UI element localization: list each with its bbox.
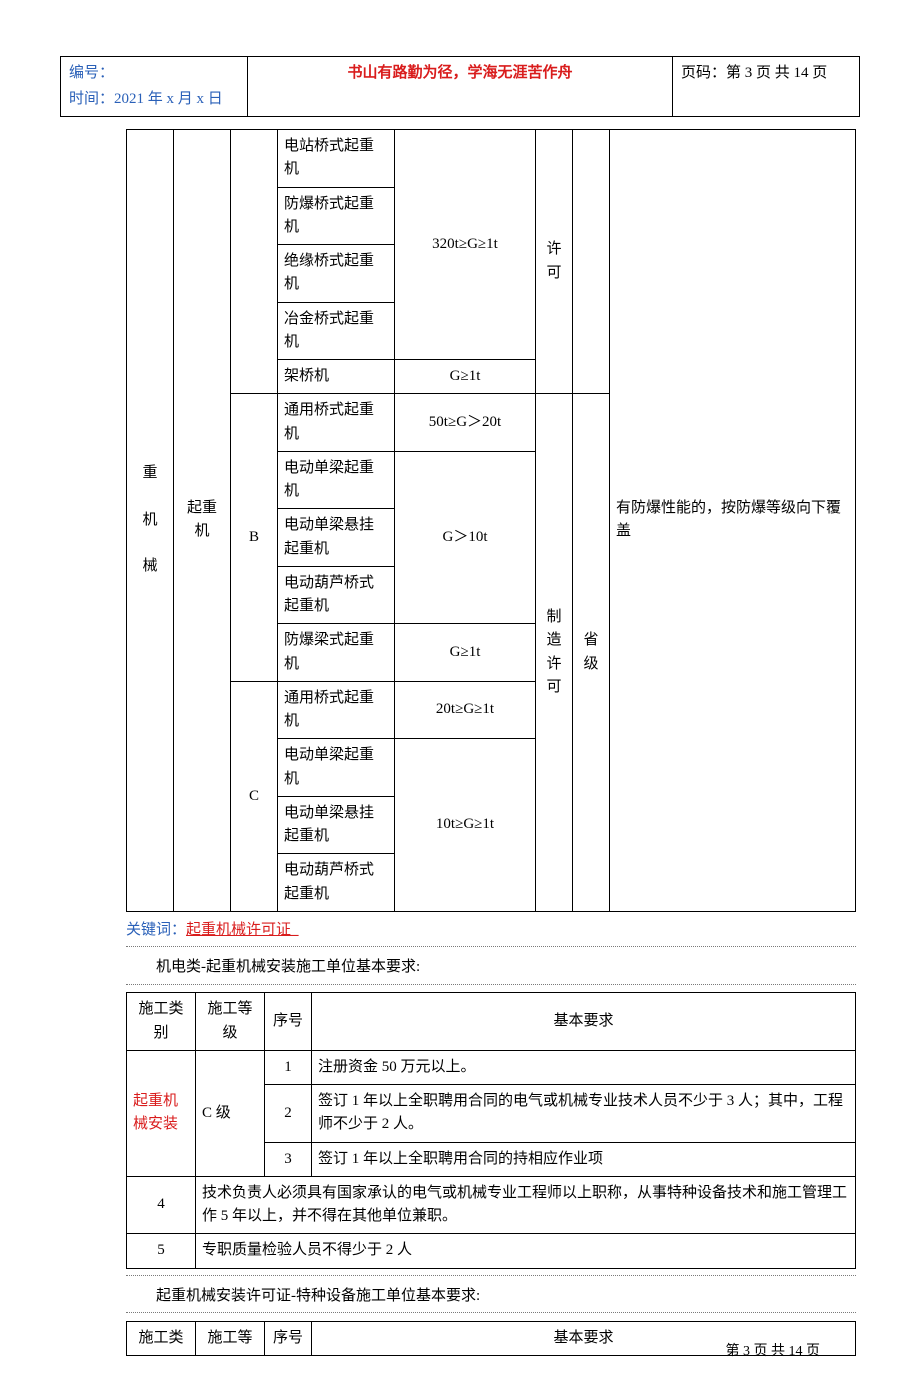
cat-char: 重 — [142, 465, 157, 481]
keywords-text: 起重机械许可证_ — [186, 922, 299, 938]
col-header: 基本要求 — [312, 993, 856, 1051]
permit-char: 造 — [546, 632, 561, 648]
col-header: 施工类 — [127, 1321, 196, 1355]
specification-table: 重 机 械 起重机 电站桥式起重机 320t≥G≥1t 许 可 有防爆性能的，按… — [126, 129, 856, 912]
cat-col: 重 机 械 — [127, 130, 174, 912]
col-header: 施工等 — [196, 1321, 265, 1355]
permit-char: 许 — [546, 656, 561, 672]
device-name: 通用桥式起重机 — [278, 681, 395, 739]
spec-value: 20t≥G≥1t — [395, 681, 536, 739]
page-footer: 第 3 页 共 14 页 — [726, 1340, 821, 1360]
spec-value: G≥1t — [395, 360, 536, 394]
serial-label: 编号： — [69, 65, 114, 81]
separator-line — [126, 946, 856, 947]
level-char: 级 — [583, 656, 598, 672]
requirements-table-1: 施工类别 施工等级 序号 基本要求 起重机械安装 C 级 1 注册资金 50 万… — [126, 992, 856, 1268]
seq-cell: 1 — [265, 1050, 312, 1084]
separator-line — [126, 1312, 856, 1313]
remarks-col: 有防爆性能的，按防爆等级向下覆盖 — [610, 130, 856, 912]
keywords-label: 关键词： — [126, 922, 186, 938]
seq-cell: 5 — [127, 1234, 196, 1268]
section-heading: 机电类-起重机械安装施工单位基本要求: — [156, 955, 860, 976]
table-row: 5 专职质量检验人员不得少于 2 人 — [127, 1234, 856, 1268]
req-text: 签订 1 年以上全职聘用合同的电气或机械专业技术人员不少于 3 人；其中，工程师… — [312, 1085, 856, 1143]
device-name: 电动单梁悬挂起重机 — [278, 796, 395, 854]
level-col-empty — [573, 130, 610, 394]
group-col-empty — [231, 130, 278, 394]
grade-cell: C 级 — [196, 1050, 265, 1176]
device-name: 电动葫芦桥式起重机 — [278, 566, 395, 624]
device-name: 电动单梁起重机 — [278, 739, 395, 797]
req-text: 签订 1 年以上全职聘用合同的持相应作业项 — [312, 1142, 856, 1176]
section-heading: 起重机械安装许可证-特种设备施工单位基本要求: — [156, 1284, 860, 1305]
device-name: 电动葫芦桥式起重机 — [278, 854, 395, 912]
spec-value: 320t≥G≥1t — [395, 130, 536, 360]
permit-char: 可 — [546, 679, 561, 695]
permit-col: 许 可 — [536, 130, 573, 394]
group-col: B — [231, 394, 278, 682]
device-name: 电动单梁悬挂起重机 — [278, 509, 395, 567]
seq-cell: 3 — [265, 1142, 312, 1176]
col-header: 施工类别 — [127, 993, 196, 1051]
separator-line — [126, 1275, 856, 1276]
device-name: 防爆桥式起重机 — [278, 187, 395, 245]
seq-cell: 4 — [127, 1176, 196, 1234]
cat-char: 械 — [142, 558, 157, 574]
spec-value: G＞10t — [395, 451, 536, 624]
category-cell: 起重机械安装 — [127, 1050, 196, 1176]
keywords-line: 关键词：起重机械许可证_ — [126, 918, 860, 939]
permit-char: 许 — [546, 241, 561, 257]
seq-cell: 2 — [265, 1085, 312, 1143]
col-header: 序号 — [265, 993, 312, 1051]
req-text: 专职质量检验人员不得少于 2 人 — [196, 1234, 856, 1268]
device-name: 冶金桥式起重机 — [278, 302, 395, 360]
group-col: C — [231, 681, 278, 911]
separator-line — [126, 984, 856, 985]
col-header: 序号 — [265, 1321, 312, 1355]
table-row: 起重机械安装 C 级 1 注册资金 50 万元以上。 — [127, 1050, 856, 1084]
level-char: 省 — [583, 632, 598, 648]
device-name: 电动单梁起重机 — [278, 451, 395, 509]
document-header: 编号： 时间：2021 年 x 月 x 日 书山有路勤为径，学海无涯苦作舟 页码… — [60, 56, 860, 117]
time-label: 时间：2021 年 x 月 x 日 — [69, 91, 223, 107]
spec-value: 50t≥G＞20t — [395, 394, 536, 452]
req-text: 注册资金 50 万元以上。 — [312, 1050, 856, 1084]
subcat-text: 起重机 — [187, 500, 217, 539]
spec-value: G≥1t — [395, 624, 536, 682]
mfg-permit-col: 制 造 许 可 — [536, 394, 573, 912]
permit-char: 制 — [546, 609, 561, 625]
permit-char: 可 — [546, 265, 561, 281]
device-name: 绝缘桥式起重机 — [278, 245, 395, 303]
level-col: 省 级 — [573, 394, 610, 912]
spec-value: 10t≥G≥1t — [395, 739, 536, 912]
header-motto: 书山有路勤为径，学海无涯苦作舟 — [248, 57, 673, 117]
device-name: 防爆梁式起重机 — [278, 624, 395, 682]
table-header-row: 施工类别 施工等级 序号 基本要求 — [127, 993, 856, 1051]
device-name: 电站桥式起重机 — [278, 130, 395, 188]
table-row: 4 技术负责人必须具有国家承认的电气或机械专业工程师以上职称，从事特种设备技术和… — [127, 1176, 856, 1234]
device-name: 通用桥式起重机 — [278, 394, 395, 452]
header-page: 页码：第 3 页 共 14 页 — [673, 57, 860, 117]
req-text: 技术负责人必须具有国家承认的电气或机械专业工程师以上职称，从事特种设备技术和施工… — [196, 1176, 856, 1234]
col-header: 施工等级 — [196, 993, 265, 1051]
header-meta: 编号： 时间：2021 年 x 月 x 日 — [61, 57, 248, 117]
table-row: 重 机 械 起重机 电站桥式起重机 320t≥G≥1t 许 可 有防爆性能的，按… — [127, 130, 856, 188]
device-name: 架桥机 — [278, 360, 395, 394]
subcat-col: 起重机 — [174, 130, 231, 912]
cat-char: 机 — [142, 512, 157, 528]
